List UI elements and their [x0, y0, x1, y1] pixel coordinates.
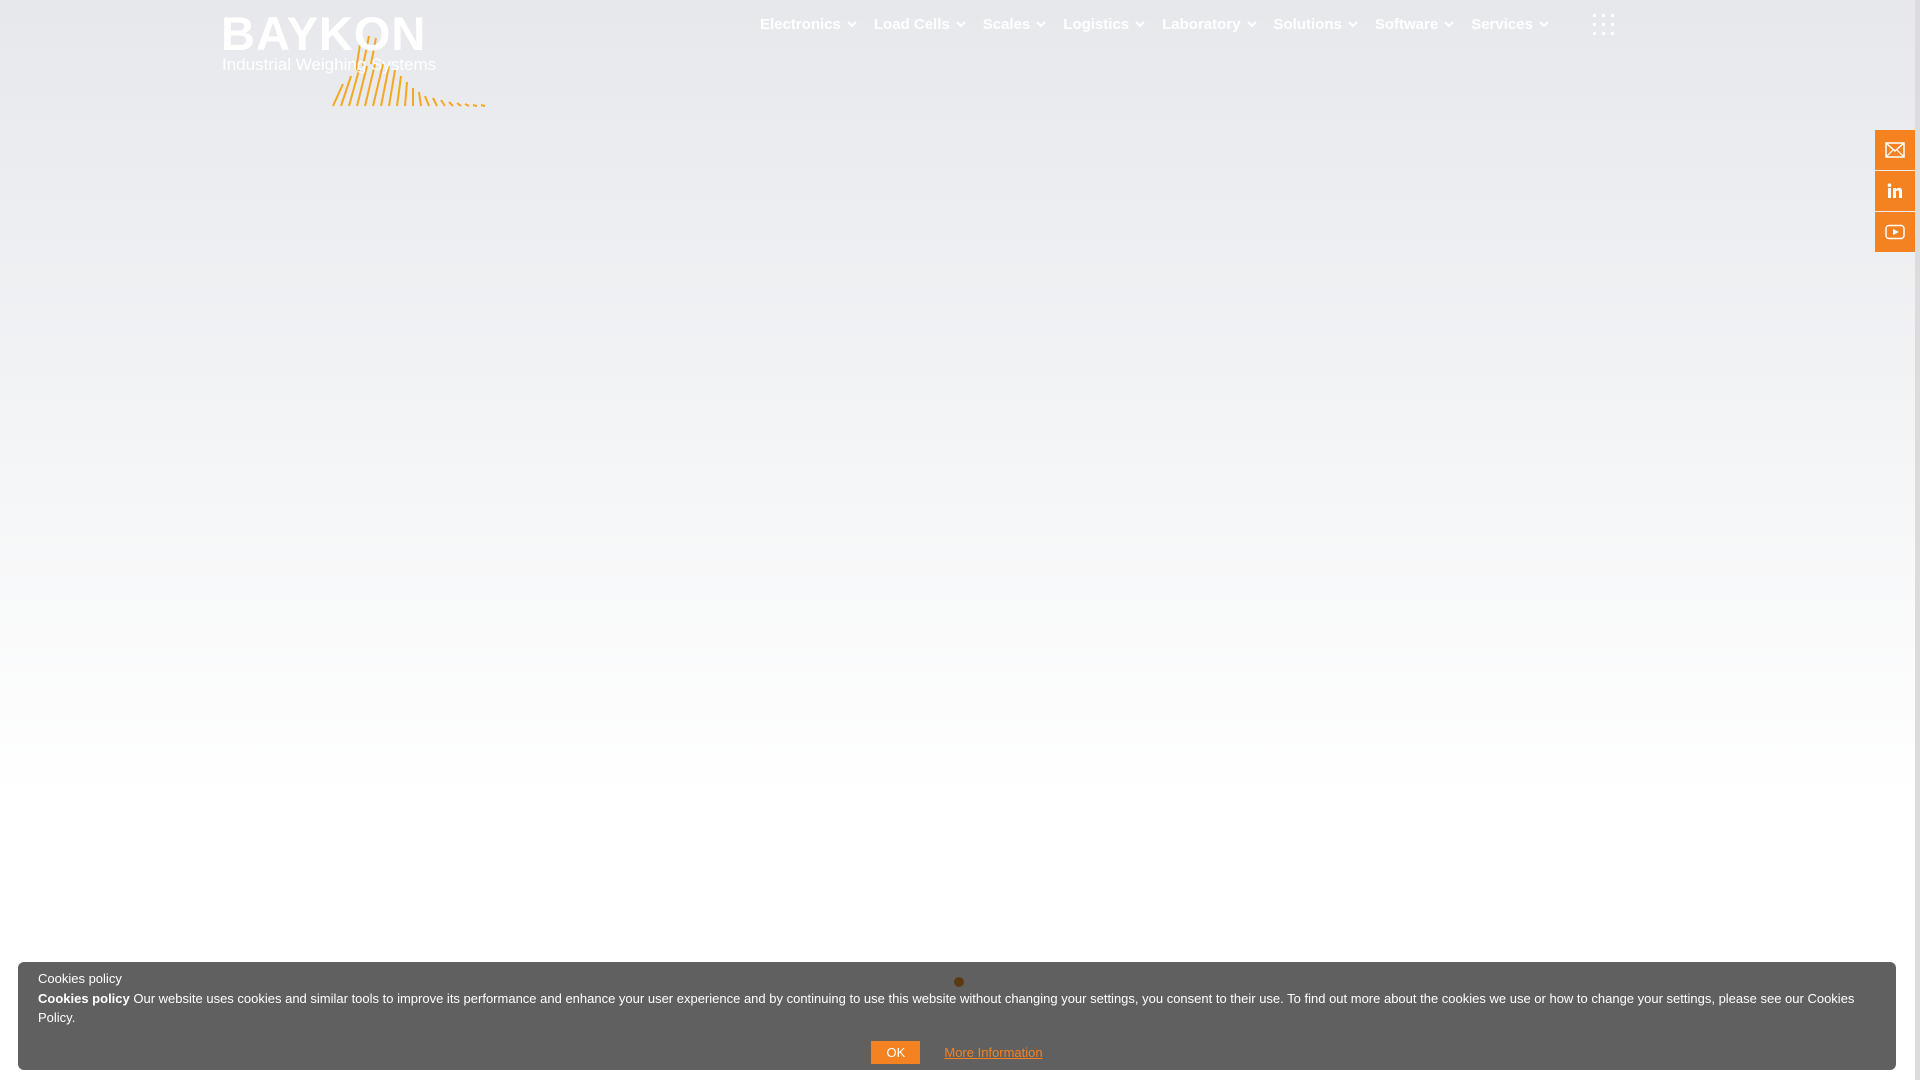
mail-button[interactable] [1875, 130, 1915, 170]
mail-icon [1885, 142, 1905, 158]
nav-item-software[interactable]: Software [1375, 16, 1454, 33]
chevron-down-icon [1246, 21, 1257, 28]
cookie-text: Cookies policy Our website uses cookies … [38, 989, 1876, 1027]
chevron-down-icon [1036, 21, 1046, 28]
nav-item-label: Services [1471, 15, 1533, 33]
nav-item-solutions[interactable]: Solutions [1274, 16, 1358, 33]
baykon-logo[interactable]: BAYKON Industrial Weighing Systems [221, 10, 491, 110]
nav-item-label: Scales [982, 15, 1031, 33]
linkedin-icon [1887, 183, 1902, 198]
slider-dot[interactable] [954, 977, 964, 987]
social-sidebar [1875, 130, 1915, 253]
logo-title: BAYKON [221, 7, 427, 60]
main-nav: Electronics Load Cells Scales Logistics … [760, 14, 1566, 34]
nav-item-label: Electronics [760, 15, 841, 33]
chevron-down-icon [956, 21, 966, 28]
nav-item-services[interactable]: Services [1471, 16, 1549, 33]
chevron-down-icon [1444, 21, 1454, 28]
chevron-down-icon [1539, 21, 1549, 28]
logo-subtitle: Industrial Weighing Systems [222, 55, 437, 74]
youtube-button[interactable] [1875, 212, 1915, 252]
cookie-body-text: Our website uses cookies and similar too… [38, 991, 1855, 1025]
nav-item-label: Load Cells [873, 15, 950, 33]
nav-item-label: Software [1374, 15, 1439, 33]
nav-item-logistics[interactable]: Logistics [1063, 16, 1145, 33]
nav-item-label: Logistics [1063, 15, 1130, 33]
nav-item-electronics[interactable]: Electronics [760, 16, 857, 33]
ok-button[interactable]: OK [871, 1041, 921, 1064]
grid-menu-icon[interactable] [1593, 14, 1615, 36]
page-scrollbar[interactable] [1915, 0, 1920, 1080]
nav-item-laboratory[interactable]: Laboratory [1162, 15, 1257, 33]
chevron-down-icon [1348, 21, 1358, 28]
linkedin-button[interactable] [1875, 171, 1915, 211]
nav-item-load-cells[interactable]: Load Cells [874, 16, 966, 33]
chevron-down-icon [847, 21, 857, 28]
cookie-bold-label: Cookies policy [38, 991, 130, 1006]
nav-item-label: Laboratory [1162, 15, 1241, 33]
chevron-down-icon [1135, 21, 1145, 28]
more-information-link[interactable]: More Information [944, 1045, 1042, 1060]
nav-item-label: Solutions [1273, 15, 1342, 33]
youtube-icon [1885, 224, 1905, 240]
cookie-actions: OK More Information [18, 1041, 1896, 1064]
nav-item-scales[interactable]: Scales [983, 16, 1047, 33]
